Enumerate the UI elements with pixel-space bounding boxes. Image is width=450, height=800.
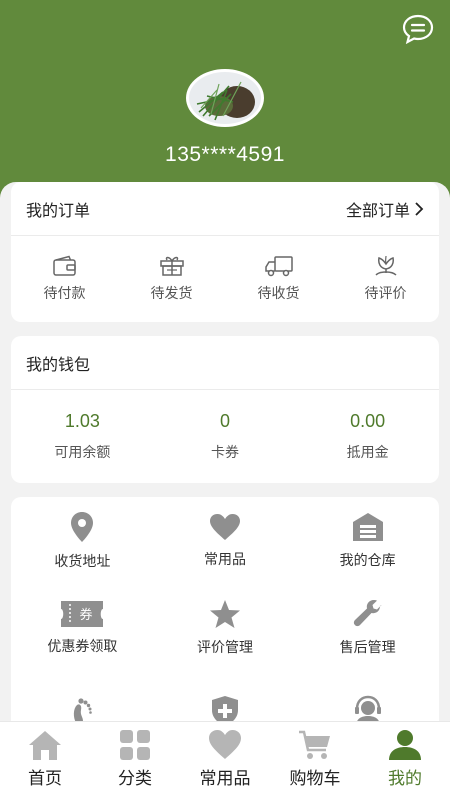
- tab-mine[interactable]: 我的: [360, 722, 450, 800]
- warehouse-icon: [352, 512, 383, 541]
- wallet-coupons-value: 0: [220, 411, 231, 431]
- all-orders-label: 全部订单: [345, 202, 410, 220]
- order-item-label: 待付款: [43, 284, 86, 301]
- order-pending-receipt[interactable]: 待收货: [225, 255, 332, 303]
- grid-icon: [120, 730, 150, 760]
- service-label: 收货地址: [54, 552, 111, 569]
- heart-icon: [209, 513, 240, 540]
- gift-box-icon: [159, 256, 184, 276]
- service-reviews[interactable]: 评价管理: [154, 584, 297, 671]
- service-label: 优惠券领取: [47, 637, 118, 654]
- chevron-right-icon: [415, 201, 424, 216]
- phone-number: 135****4591: [165, 143, 285, 166]
- tab-favorites[interactable]: 常用品: [180, 722, 270, 800]
- service-after-sales[interactable]: 售后管理: [296, 584, 439, 671]
- coupon-icon: 券: [61, 600, 104, 627]
- service-label: 我的仓库: [339, 551, 396, 568]
- service-favorites[interactable]: 常用品: [154, 497, 297, 584]
- tab-label: 分类: [118, 769, 152, 788]
- wallet-balance[interactable]: 1.03 可用余额: [11, 411, 154, 462]
- service-warehouse[interactable]: 我的仓库: [296, 497, 439, 584]
- avatar[interactable]: [186, 69, 264, 127]
- tab-label: 首页: [28, 769, 62, 788]
- cart-icon: [299, 730, 330, 759]
- service-address[interactable]: 收货地址: [11, 497, 154, 584]
- wallet-title: 我的钱包: [26, 356, 91, 374]
- location-pin-icon: [71, 511, 94, 542]
- tab-home[interactable]: 首页: [0, 722, 90, 800]
- order-item-label: 待发货: [150, 284, 193, 301]
- order-pending-payment[interactable]: 待付款: [11, 255, 118, 303]
- service-label: 常用品: [203, 550, 246, 567]
- profile-header: 135****4591: [0, 0, 450, 200]
- star-icon: [209, 599, 240, 628]
- coupon-badge: 券: [80, 607, 93, 623]
- wallet-card: 我的钱包 1.03 可用余额 0 卡券 0.00 抵用金: [11, 336, 439, 483]
- home-icon: [29, 731, 61, 760]
- tab-label: 我的: [388, 769, 422, 788]
- orders-header: 我的订单 全部订单: [11, 182, 439, 236]
- services-card: 收货地址 常用品 我的仓库 券 优惠券领取 评价管理 售后管理: [11, 497, 439, 737]
- truck-icon: [264, 255, 293, 276]
- order-status-row: 待付款 待发货 待收货 待评价: [11, 236, 439, 321]
- message-button[interactable]: [402, 14, 434, 45]
- flower-icon: [374, 255, 397, 276]
- order-pending-review[interactable]: 待评价: [332, 255, 439, 303]
- tab-category[interactable]: 分类: [90, 722, 180, 800]
- order-item-label: 待评价: [364, 284, 407, 301]
- service-coupon[interactable]: 券 优惠券领取: [11, 584, 154, 671]
- wallet-coupons-label: 卡券: [211, 444, 239, 460]
- orders-title: 我的订单: [26, 202, 91, 220]
- orders-card: 我的订单 全部订单 待付款 待发货 待收货 待评价: [11, 182, 439, 322]
- wrench-icon: [353, 599, 382, 626]
- wallet-deduction-value: 0.00: [350, 411, 386, 431]
- service-label: 售后管理: [339, 638, 396, 655]
- wallet-deduction[interactable]: 0.00 抵用金: [296, 411, 439, 462]
- bottom-tabbar: 首页 分类 常用品 购物车 我的: [0, 721, 450, 800]
- tab-cart[interactable]: 购物车: [270, 722, 360, 800]
- services-grid: 收货地址 常用品 我的仓库 券 优惠券领取 评价管理 售后管理: [11, 497, 439, 758]
- wallet-coupons[interactable]: 0 卡券: [154, 411, 297, 462]
- order-item-label: 待收货: [257, 284, 300, 301]
- user-icon: [389, 730, 421, 760]
- tab-label: 购物车: [289, 769, 341, 788]
- wallet-deduction-label: 抵用金: [346, 444, 389, 460]
- wallet-icon: [52, 255, 76, 276]
- wallet-header: 我的钱包: [11, 336, 439, 390]
- wallet-balance-value: 1.03: [64, 411, 100, 431]
- wallet-balance-label: 可用余额: [54, 444, 111, 460]
- chat-bubble-icon: [402, 14, 434, 45]
- order-pending-shipment[interactable]: 待发货: [118, 255, 225, 303]
- tab-label: 常用品: [199, 769, 251, 788]
- service-label: 评价管理: [196, 638, 253, 655]
- wallet-row: 1.03 可用余额 0 卡券 0.00 抵用金: [11, 390, 439, 483]
- heart-icon: [209, 730, 241, 759]
- all-orders-link[interactable]: 全部订单: [346, 197, 424, 221]
